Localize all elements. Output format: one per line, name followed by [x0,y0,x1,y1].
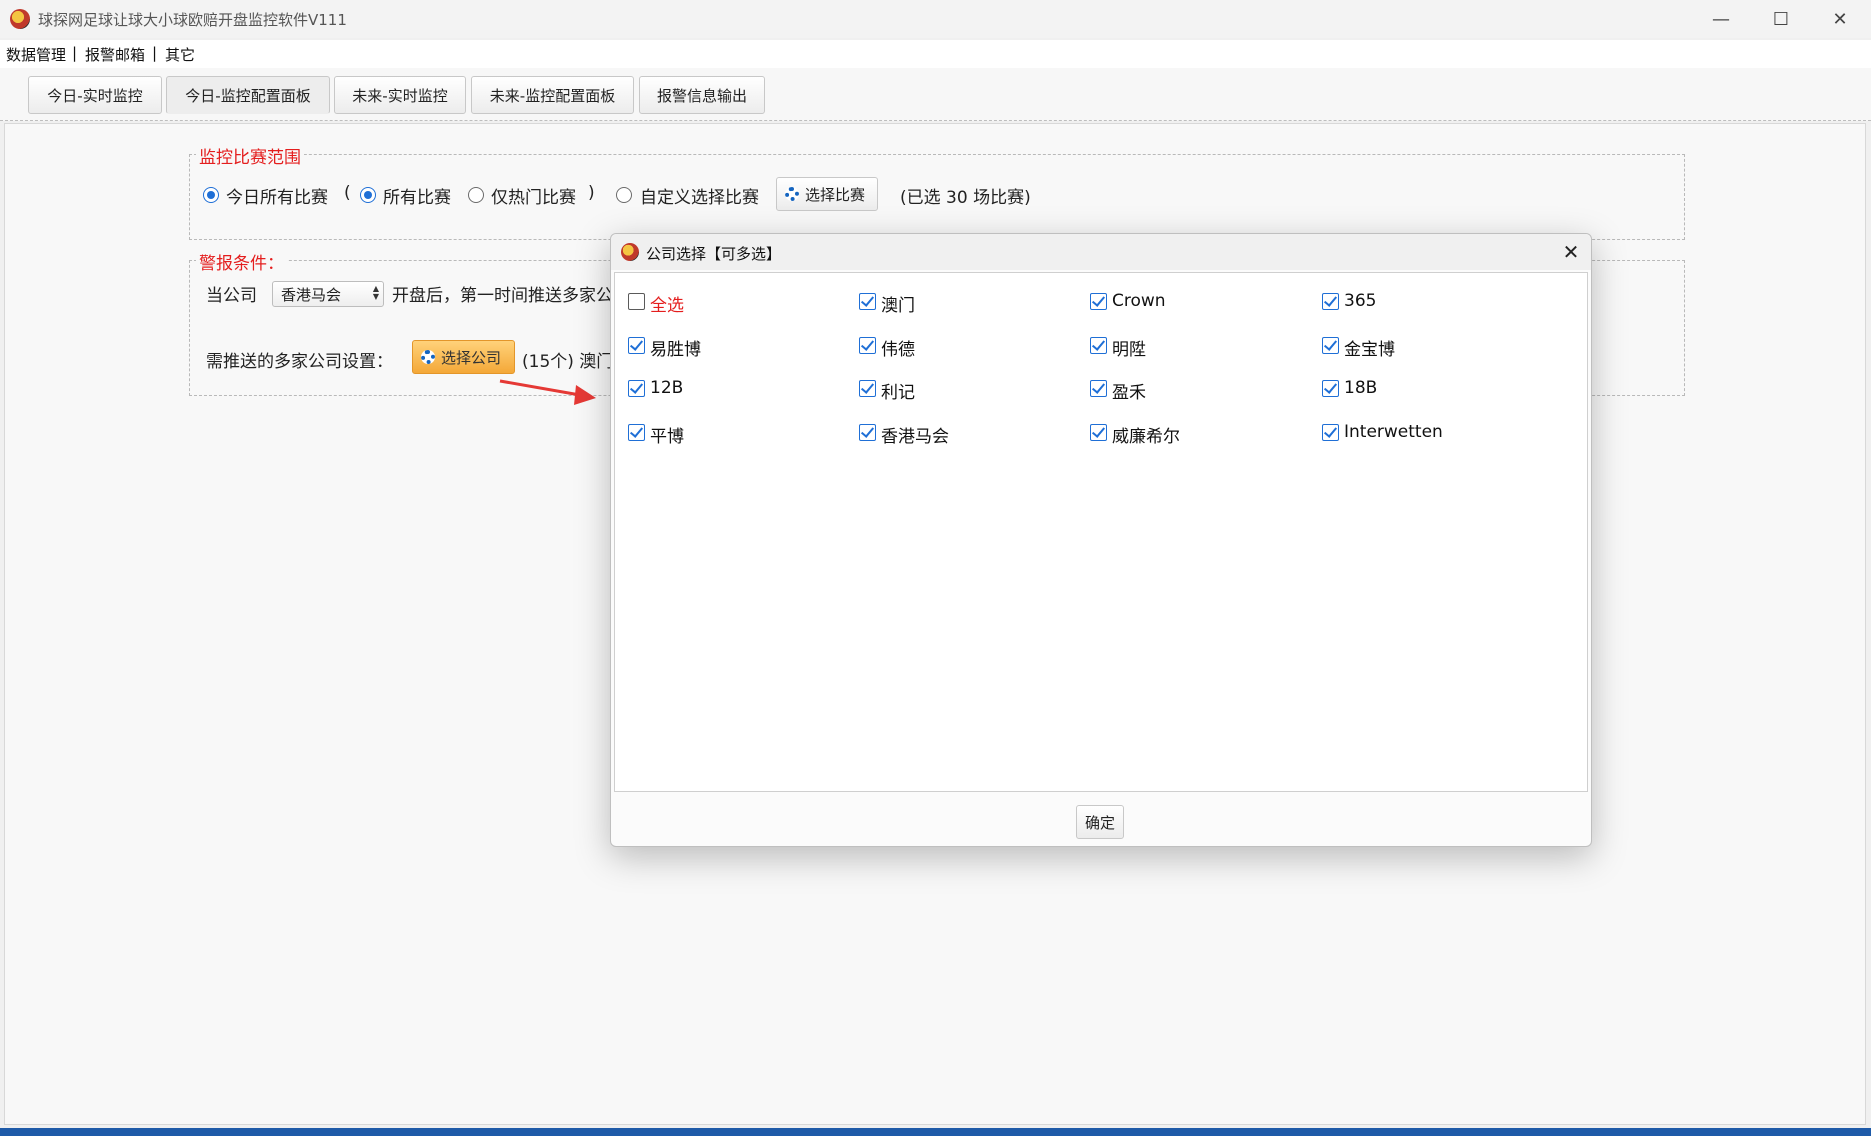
tab-today-config[interactable]: 今日-监控配置面板 [166,76,330,114]
company-label: 利记 [881,383,915,403]
when-company-label: 当公司 [206,286,257,306]
company-label: 365 [1344,291,1377,311]
radio-all-matches[interactable] [360,187,376,203]
menu-alarm-email[interactable]: 报警邮箱 [85,44,145,65]
company-label: 18B [1344,378,1378,398]
company-checkbox[interactable] [628,424,645,441]
company-checkbox[interactable] [1090,380,1107,397]
spinner-arrows-icon: ▲ ▼ [372,284,379,301]
select-all-label: 全选 [650,296,684,316]
today-all-label: 今日所有比赛 [226,188,328,208]
all-matches-label: 所有比赛 [383,188,451,208]
custom-label: 自定义选择比赛 [640,188,759,208]
menu-separator: | [152,44,158,62]
scope-group: 监控比赛范围 今日所有比赛 ( 所有比赛 仅热门比赛 ) 自定义选择比赛 选择比… [189,143,1685,240]
menu-bar: 数据管理 | 报警邮箱 | 其它 [0,40,1871,68]
ok-button[interactable]: 确定 [1076,805,1124,839]
company-label: 明陞 [1112,340,1146,360]
company-label: Interwetten [1344,422,1443,442]
company-label: 伟德 [881,340,915,360]
dialog-close-button[interactable]: ✕ [1557,238,1585,266]
gear-icon [785,187,799,201]
company-checkbox-grid: 全选 澳门 Crown 365 易胜博 伟德 明陞 金宝博 12B 利记 盈禾 … [614,272,1588,792]
company-label: Crown [1112,291,1166,311]
company-checkbox[interactable] [628,337,645,354]
company-checkbox[interactable] [859,380,876,397]
company-label: 澳门 [881,296,915,316]
company-label: 金宝博 [1344,340,1395,360]
taskbar-strip [0,1128,1871,1136]
company-checkbox[interactable] [1090,293,1107,310]
window-titlebar: 球探网足球让球大小球欧赔开盘监控软件V111 — ☐ ✕ [0,0,1871,38]
company-combo-value: 香港马会 [281,285,342,304]
tab-future-config[interactable]: 未来-监控配置面板 [471,76,634,114]
window-title: 球探网足球让球大小球欧赔开盘监控软件V111 [38,11,347,29]
select-company-label: 选择公司 [441,348,502,367]
tab-strip: 今日-实时监控 今日-监控配置面板 未来-实时监控 未来-监控配置面板 报警信息… [0,68,1871,121]
hot-only-label: 仅热门比赛 [491,188,576,208]
annotation-arrow-icon [499,379,596,405]
company-checkbox[interactable] [1322,293,1339,310]
company-label: 威廉希尔 [1112,427,1180,447]
menu-separator: | [72,44,78,62]
company-combo[interactable]: 香港马会 ▲ ▼ [272,281,384,307]
radio-hot-only[interactable] [468,187,484,203]
radio-custom[interactable] [616,187,632,203]
select-matches-button[interactable]: 选择比赛 [776,177,878,211]
after-open-text: 开盘后，第一时间推送多家公 [392,286,613,306]
company-label: 12B [650,378,684,398]
company-checkbox[interactable] [1322,424,1339,441]
company-label: 盈禾 [1112,383,1146,403]
menu-data-management[interactable]: 数据管理 [6,44,66,65]
company-checkbox[interactable] [628,380,645,397]
select-matches-label: 选择比赛 [805,185,866,204]
company-checkbox[interactable] [859,337,876,354]
selected-companies-summary: (15个) 澳门 [522,352,614,372]
tab-alarm-output[interactable]: 报警信息输出 [639,76,765,114]
radio-today-all[interactable] [203,187,219,203]
scope-group-title: 监控比赛范围 [196,143,304,168]
company-label: 香港马会 [881,427,949,447]
company-checkbox[interactable] [1322,337,1339,354]
push-label: 需推送的多家公司设置： [206,352,393,372]
company-checkbox[interactable] [859,293,876,310]
app-logo-icon [621,243,639,261]
paren-close: ) [588,183,595,203]
alarm-group-title: 警报条件： [196,249,287,274]
close-window-button[interactable]: ✕ [1812,0,1868,38]
company-select-dialog: 公司选择【可多选】 ✕ 全选 澳门 Crown 365 易胜博 伟德 明陞 金宝… [610,233,1592,847]
dialog-titlebar: 公司选择【可多选】 ✕ [611,234,1591,270]
company-label: 平博 [650,427,684,447]
select-all-checkbox[interactable] [628,293,645,310]
app-logo-icon [10,9,30,29]
select-company-button[interactable]: 选择公司 [412,340,515,374]
company-checkbox[interactable] [1090,337,1107,354]
selected-matches-summary: (已选 30 场比赛) [900,188,1031,208]
paren-open: ( [344,183,351,203]
minimize-button[interactable]: — [1693,0,1749,38]
menu-other[interactable]: 其它 [165,44,195,65]
company-checkbox[interactable] [1322,380,1339,397]
tab-future-realtime[interactable]: 未来-实时监控 [334,76,466,114]
gear-icon [421,350,435,364]
maximize-button[interactable]: ☐ [1753,0,1809,38]
dialog-title: 公司选择【可多选】 [646,245,782,263]
tab-today-realtime[interactable]: 今日-实时监控 [28,76,162,114]
company-label: 易胜博 [650,340,701,360]
company-checkbox[interactable] [1090,424,1107,441]
company-checkbox[interactable] [859,424,876,441]
